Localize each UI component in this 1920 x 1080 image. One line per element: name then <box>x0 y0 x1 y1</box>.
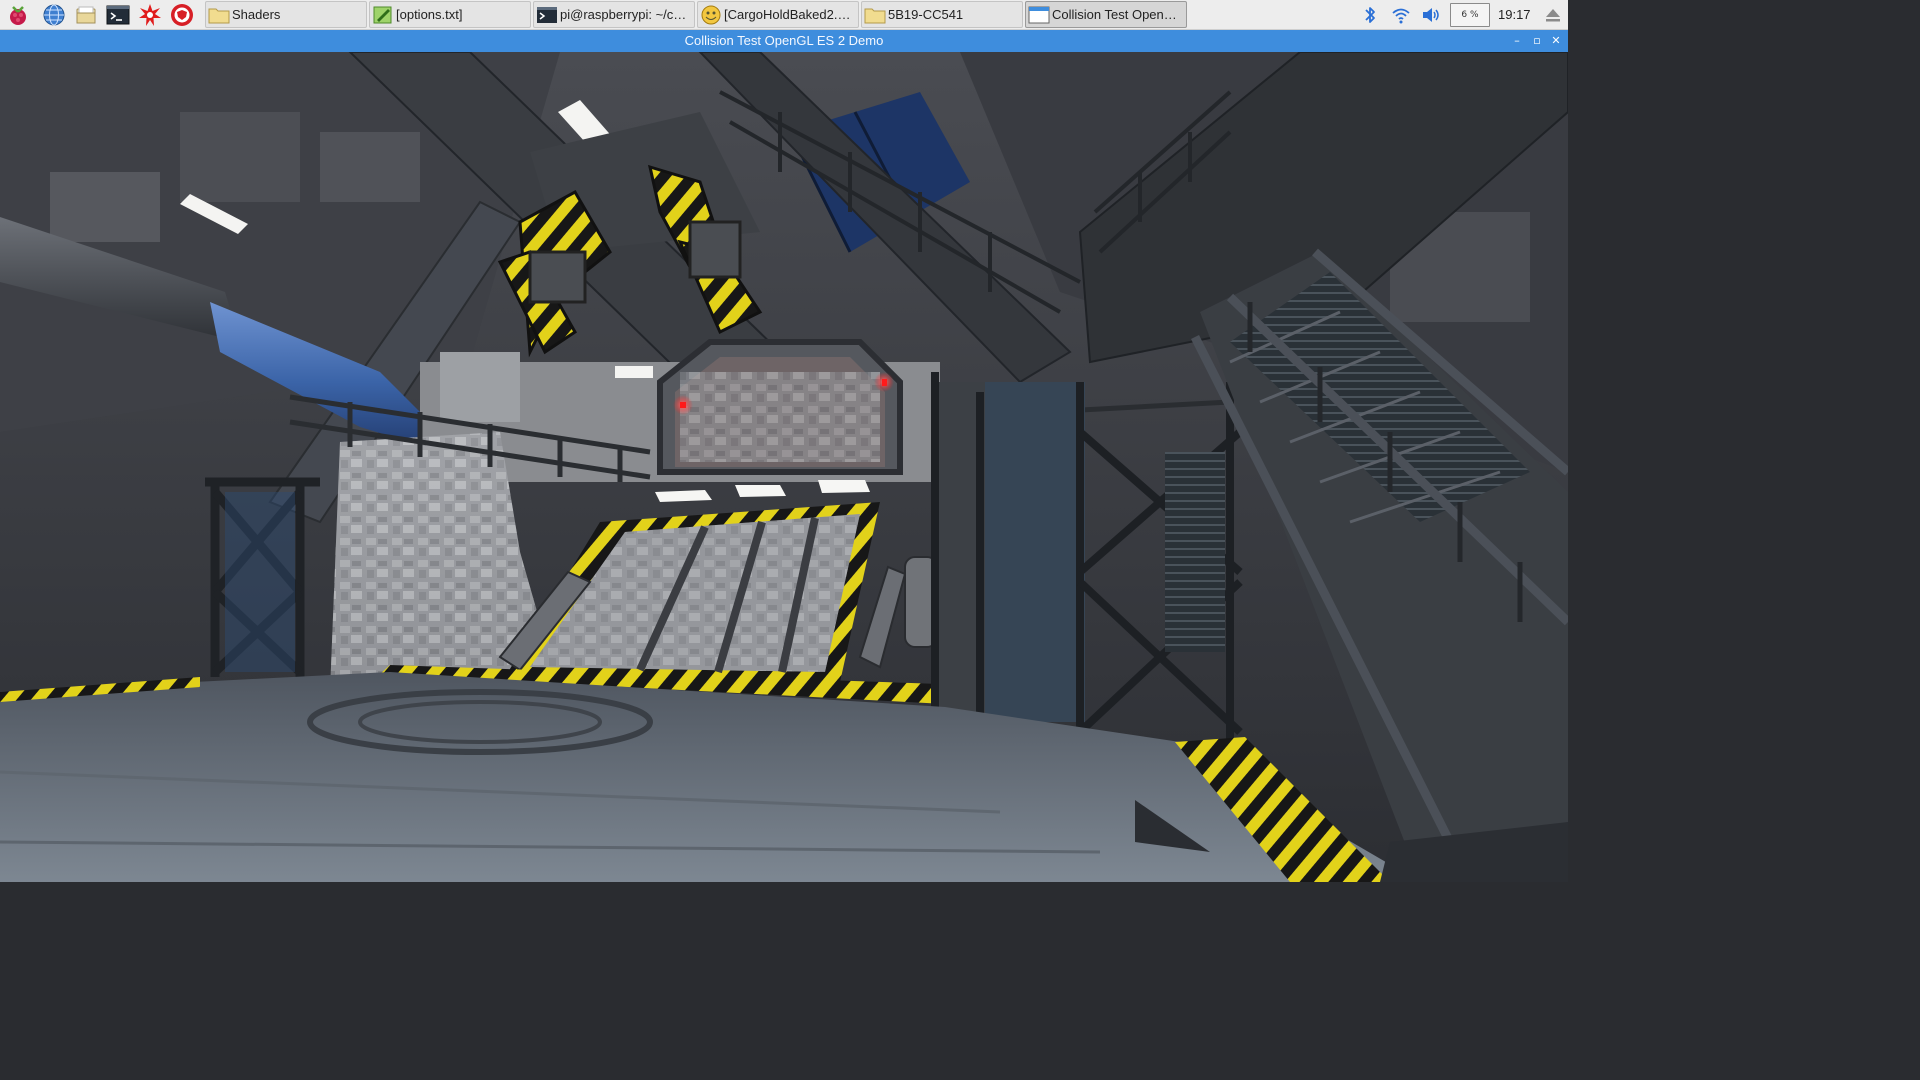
task-label: Collision Test OpenG... <box>1052 7 1185 22</box>
terminal-icon <box>536 4 558 26</box>
task-label: [CargoHoldBaked2.m... <box>724 7 858 22</box>
file-manager-icon[interactable] <box>73 2 99 28</box>
cargo-hold-scene <box>0 52 1568 882</box>
close-button[interactable]: ✕ <box>1548 33 1564 49</box>
folder-icon <box>864 4 886 26</box>
eject-icon[interactable] <box>1542 4 1564 26</box>
math-kernel-icon[interactable] <box>137 2 163 28</box>
web-browser-icon[interactable] <box>41 2 67 28</box>
wolfram-icon[interactable] <box>169 2 195 28</box>
volume-icon[interactable] <box>1420 4 1442 26</box>
maximize-button[interactable]: ▫ <box>1529 33 1545 49</box>
task-label: pi@raspberrypi: ~/co... <box>560 7 692 22</box>
task-button-terminal[interactable]: pi@raspberrypi: ~/co... <box>533 1 695 28</box>
ceiling-light <box>735 485 786 497</box>
task-label: 5B19-CC541 <box>888 7 964 22</box>
bluetooth-icon[interactable] <box>1359 4 1381 26</box>
task-label: [options.txt] <box>396 7 463 22</box>
ceiling-light <box>818 480 870 493</box>
task-button-5b19-cc541[interactable]: 5B19-CC541 <box>861 1 1023 28</box>
task-label: Shaders <box>232 7 281 22</box>
opengl-render-viewport[interactable] <box>0 52 1568 882</box>
cpu-usage-monitor[interactable]: 6 % <box>1450 3 1490 27</box>
minimize-button[interactable]: – <box>1509 33 1525 49</box>
clock[interactable]: 19:17 <box>1498 0 1531 30</box>
terminal-icon[interactable] <box>105 2 131 28</box>
image-viewer-icon <box>700 4 722 26</box>
task-button-shaders[interactable]: Shaders <box>205 1 367 28</box>
task-button-cargohold-image[interactable]: [CargoHoldBaked2.m... <box>697 1 859 28</box>
window-title: Collision Test OpenGL ES 2 Demo <box>684 33 884 48</box>
ceiling-light <box>655 490 712 502</box>
folder-icon <box>208 4 230 26</box>
task-button-collision-test[interactable]: Collision Test OpenG... <box>1025 1 1187 28</box>
ceiling-light <box>615 366 653 378</box>
raspberry-menu-icon[interactable] <box>5 2 31 28</box>
wifi-icon[interactable] <box>1390 4 1412 26</box>
task-button-options-txt[interactable]: [options.txt] <box>369 1 531 28</box>
taskbar: Shaders [options.txt] pi@raspberrypi: ~/… <box>0 0 1568 30</box>
window-titlebar[interactable]: Collision Test OpenGL ES 2 Demo – ▫ ✕ <box>0 30 1568 52</box>
text-editor-icon <box>372 4 394 26</box>
window-icon <box>1028 4 1050 26</box>
